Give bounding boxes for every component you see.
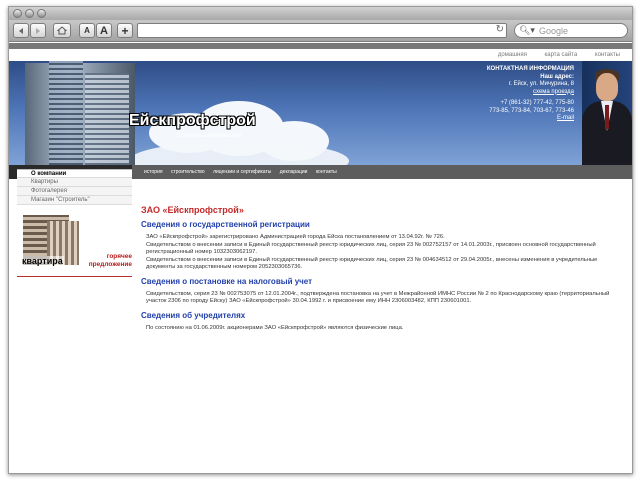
paragraph: Свидетельством, серия 23 № 002753075 от …: [146, 290, 610, 305]
reload-icon[interactable]: ↻: [496, 24, 504, 35]
nav-link-contacts[interactable]: контакты: [316, 169, 337, 175]
sidebar-item-about[interactable]: О компании: [17, 169, 132, 178]
contact-info: КОНТАКТНАЯ ИНФОРМАЦИЯ Наш адрес: г. Ейск…: [464, 66, 574, 123]
top-link-sitemap[interactable]: карта сайта: [545, 52, 578, 58]
sidebar-item-apartments[interactable]: Квартиры: [17, 178, 132, 187]
close-window-button[interactable]: [13, 9, 22, 18]
new-tab-button[interactable]: +: [117, 23, 133, 38]
paragraph: По состоянию на 01.06.2009г. акционерами…: [146, 324, 404, 331]
section-body-founders: По состоянию на 01.06.2009г. акционерами…: [141, 325, 621, 333]
search-box[interactable]: 🔍︎▾ Google: [514, 23, 628, 38]
phone-line-1: +7 (861-32) 777-42, 775-80: [500, 100, 574, 106]
paragraph: ЗАО «Ейскпрофстрой» зарегистрировано Адм…: [146, 234, 445, 240]
businessman-photo: [582, 61, 632, 165]
back-button[interactable]: [13, 23, 29, 38]
sidebar-item-gallery[interactable]: Фотогалерея: [17, 187, 132, 196]
header-banner: Ейскпрофстрой строительная компания КОНТ…: [9, 61, 632, 165]
hot-offer-banner[interactable]: квартира горячее предложение: [17, 215, 132, 277]
back-arrow-icon: [19, 27, 23, 34]
forward-button[interactable]: [30, 23, 46, 38]
search-placeholder: Google: [538, 25, 568, 36]
company-title: ЗАО «Ейскпрофстрой»: [141, 205, 244, 215]
nav-link-licenses[interactable]: лицензии и сертификаты: [213, 169, 271, 175]
nav-link-construction[interactable]: строительство: [171, 169, 205, 175]
email-link[interactable]: E-mail: [464, 115, 574, 123]
browser-window: A A + ↻ 🔍︎▾ Google домашняя карта сайта …: [8, 6, 633, 474]
minimize-window-button[interactable]: [25, 9, 34, 18]
site-tagline: строительная компания: [175, 133, 242, 139]
site-logo[interactable]: Ейскпрофстрой: [129, 112, 256, 130]
main-content: ЗАО «Ейскпрофстрой» Сведения о государст…: [141, 205, 621, 337]
phone-line-2: 773-85, 773-84, 703-67, 773-46: [489, 107, 574, 114]
home-icon: [57, 26, 67, 35]
font-smaller-button[interactable]: A: [79, 23, 95, 38]
address-text: г. Ейск, ул. Мичурина, 8: [508, 81, 574, 87]
address-bar[interactable]: ↻: [137, 23, 507, 38]
nav-link-history[interactable]: история: [144, 169, 163, 175]
nav-link-declarations[interactable]: декларации: [280, 169, 308, 175]
section-body-tax: Свидетельством, серия 23 № 002753075 от …: [141, 291, 621, 306]
contact-title: КОНТАКТНАЯ ИНФОРМАЦИЯ: [486, 66, 574, 72]
top-link-home[interactable]: домашняя: [498, 52, 527, 58]
browser-toolbar: A A + ↻ 🔍︎▾ Google: [9, 20, 632, 42]
promo-label: квартира: [21, 256, 64, 266]
paragraph: Свидетельством о внесении записи в Едины…: [146, 241, 596, 256]
map-link[interactable]: схема проезда: [464, 89, 574, 97]
search-icon: 🔍︎▾: [519, 25, 535, 35]
font-larger-button[interactable]: A: [96, 23, 112, 38]
forward-arrow-icon: [36, 27, 40, 34]
promo-text: горячее предложение: [89, 253, 132, 269]
section-heading-tax: Сведения о постановке на налоговый учет: [141, 276, 313, 286]
promo-line-1: горячее: [106, 253, 132, 260]
section-heading-registration: Сведения о государственной регистрации: [141, 220, 310, 229]
maximize-window-button[interactable]: [37, 9, 46, 18]
promo-line-2: предложение: [88, 261, 132, 268]
sidebar: О компании Квартиры Фотогалерея Магазин …: [17, 169, 132, 277]
title-bar: [9, 7, 632, 20]
top-links: домашняя карта сайта контакты: [9, 49, 632, 61]
address-label: Наш адрес:: [540, 73, 574, 80]
home-button[interactable]: [53, 23, 71, 38]
page-content: домашняя карта сайта контакты Ейскпрофст…: [9, 43, 632, 473]
section-body-registration: ЗАО «Ейскпрофстрой» зарегистрировано Адм…: [141, 234, 621, 272]
section-heading-founders: Сведения об учредителях: [141, 310, 246, 320]
paragraph: Свидетельством о внесении записи в Едины…: [146, 256, 598, 271]
sidebar-item-shop[interactable]: Магазин "Строитель": [17, 196, 132, 205]
top-link-contacts[interactable]: контакты: [595, 52, 620, 58]
